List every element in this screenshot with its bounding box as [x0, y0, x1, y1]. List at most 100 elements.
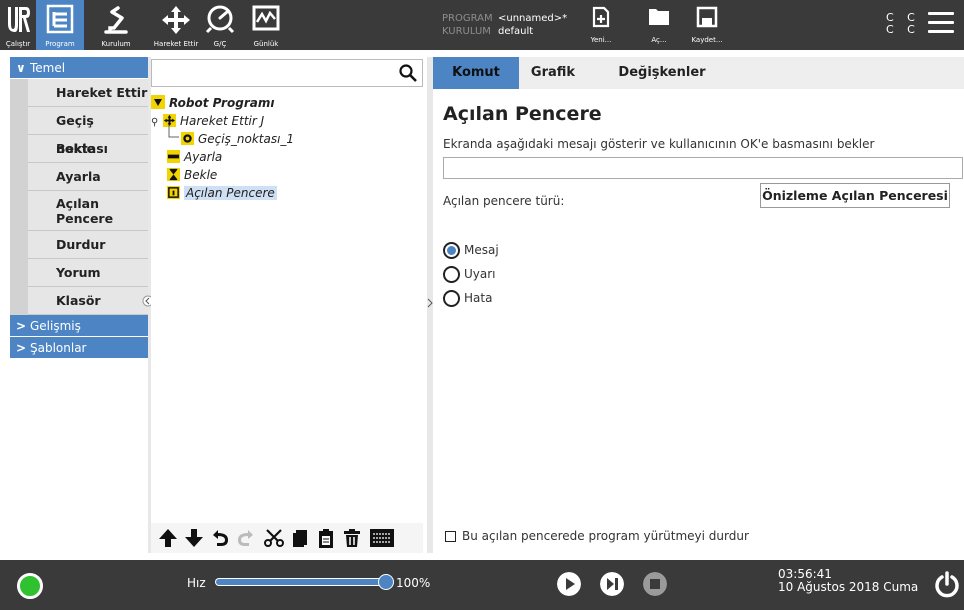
category-basic[interactable]: ∨ Temel — [10, 57, 148, 79]
popup-type-label: Açılan pencere türü: — [443, 194, 565, 208]
chevron-down-icon: ∨ — [16, 61, 26, 75]
category-advanced[interactable]: > Gelişmiş — [10, 315, 148, 337]
new-button-label: Yeni... — [590, 36, 612, 44]
hourglass-icon — [167, 168, 180, 181]
nav-program[interactable]: Program — [36, 0, 84, 50]
category-templates-label: Şablonlar — [30, 341, 87, 355]
program-tree-panel: Robot Programı ⚲ Hareket Ettir J Geçiş_n… — [151, 57, 427, 553]
tree-node-wait[interactable]: Bekle — [167, 167, 217, 183]
cut-icon[interactable] — [263, 527, 285, 549]
stop-execution-label: Bu açılan pencerede program yürütmeyi du… — [462, 529, 749, 543]
program-name: <unnamed>* — [498, 13, 568, 24]
io-gauge-icon — [205, 5, 235, 34]
command-move[interactable]: Hareket Ettir — [28, 79, 148, 107]
paste-icon[interactable] — [315, 527, 337, 549]
command-comment[interactable]: Yorum — [28, 259, 148, 287]
program-info: PROGRAM <unnamed>* KURULUM default — [442, 12, 567, 38]
radio-checked-icon — [443, 242, 460, 259]
clock-date: 10 Ağustos 2018 Cuma — [778, 580, 919, 594]
robot-status-led[interactable] — [17, 573, 43, 599]
speed-slider-fill — [216, 579, 386, 585]
copy-icon[interactable] — [289, 527, 311, 549]
tree-node-waypoint[interactable]: Geçiş_noktası_1 — [181, 131, 294, 147]
nav-run-label: Çalıştır — [5, 40, 31, 48]
command-description: Ekranda aşağıdaki mesajı gösterir ve kul… — [443, 137, 875, 151]
suppress-icon[interactable] — [369, 527, 395, 549]
tree-node-popup[interactable]: Açılan Pencere — [167, 185, 277, 201]
radio-unchecked-icon — [443, 266, 460, 283]
program-tree-icon — [46, 4, 74, 34]
command-popup[interactable]: Açılan Pencere — [28, 191, 148, 231]
command-wait[interactable]: Bekle — [28, 135, 148, 163]
save-button[interactable]: Kaydet... — [690, 4, 724, 48]
tab-graphics[interactable]: Grafik — [521, 57, 585, 89]
undo-icon[interactable] — [209, 527, 231, 549]
nav-log[interactable]: Günlük — [240, 0, 292, 50]
tree-node-wait-label: Bekle — [184, 168, 218, 182]
message-input[interactable] — [443, 157, 963, 179]
checkbox-unchecked-icon — [445, 531, 456, 542]
nav-program-label: Program — [45, 40, 75, 48]
command-folder[interactable]: Klasör — [28, 287, 148, 315]
top-bar: Çalıştır Program Kurulum Hareket Ettir G… — [0, 0, 964, 50]
control-status-line2: C C — [886, 23, 920, 36]
category-templates[interactable]: > Şablonlar — [10, 337, 148, 359]
chevron-right-icon: > — [16, 341, 27, 355]
tree-node-popup-label: Açılan Pencere — [184, 186, 277, 200]
new-button[interactable]: Yeni... — [584, 4, 618, 48]
control-status: C C C C — [886, 12, 920, 36]
search-input[interactable] — [151, 59, 423, 87]
date-time: 03:56:41 10 Ağustos 2018 Cuma — [778, 568, 918, 594]
nav-io-label: G/Ç — [213, 40, 227, 48]
tab-command[interactable]: Komut — [433, 57, 519, 89]
speed-slider-handle[interactable] — [378, 574, 394, 590]
redo-icon[interactable] — [235, 527, 257, 549]
folder-icon — [649, 9, 669, 25]
nav-io[interactable]: G/Ç — [204, 0, 236, 50]
move-up-icon[interactable] — [157, 527, 179, 549]
command-waypoint[interactable]: Geçiş noktası — [28, 107, 148, 156]
move-cross-icon — [162, 6, 190, 34]
tree-node-waypoint-label: Geçiş_noktası_1 — [198, 132, 295, 146]
nav-log-label: Günlük — [253, 40, 279, 48]
delete-icon[interactable] — [341, 527, 363, 549]
tab-variables[interactable]: Değişkenler — [607, 57, 717, 89]
tree-connector-lines — [168, 125, 179, 138]
open-button-label: Aç... — [651, 36, 667, 44]
page-title: Açılan Pencere — [443, 103, 602, 125]
footer-bar: Hız 100% 03:56:41 10 Ağustos 2018 Cuma — [0, 560, 964, 610]
play-icon[interactable] — [557, 572, 581, 596]
tree-node-move-label: Hareket Ettir J — [180, 114, 265, 128]
preview-popup-button[interactable]: Önizleme Açılan Penceresi — [760, 183, 950, 208]
installation-name: default — [498, 26, 534, 37]
nav-move[interactable]: Hareket Ettir — [148, 0, 204, 50]
speed-slider[interactable] — [215, 578, 387, 586]
category-basic-label: Temel — [30, 61, 66, 75]
stop-icon[interactable] — [643, 572, 667, 596]
basic-items-list: Hareket Ettir Geçiş noktası Bekle Ayarla… — [10, 79, 148, 315]
open-button[interactable]: Aç... — [642, 4, 676, 48]
save-button-label: Kaydet... — [691, 36, 723, 44]
category-advanced-label: Gelişmiş — [30, 319, 81, 333]
speed-value: 100% — [396, 576, 431, 590]
radio-error-label: Hata — [464, 291, 493, 305]
step-icon[interactable] — [600, 572, 624, 596]
popup-icon — [167, 186, 180, 199]
command-tabs: Komut Grafik Değişkenler — [433, 57, 964, 89]
tree-toolbar — [151, 523, 423, 553]
command-halt[interactable]: Durdur — [28, 231, 148, 259]
nav-run[interactable]: Çalıştır — [0, 0, 36, 50]
command-set[interactable]: Ayarla — [28, 163, 148, 191]
program-key: PROGRAM — [442, 13, 493, 24]
speed-label: Hız — [187, 576, 206, 590]
nav-move-label: Hareket Ettir — [153, 40, 199, 48]
nav-installation-label: Kurulum — [101, 40, 131, 48]
power-icon[interactable] — [934, 571, 960, 599]
search-icon[interactable] — [398, 63, 418, 83]
nav-installation[interactable]: Kurulum — [84, 0, 148, 50]
chevron-right-icon: > — [16, 319, 27, 333]
robot-arm-icon — [104, 6, 128, 34]
move-down-icon[interactable] — [183, 527, 205, 549]
installation-key: KURULUM — [442, 26, 491, 37]
hamburger-menu-icon[interactable] — [928, 12, 954, 36]
